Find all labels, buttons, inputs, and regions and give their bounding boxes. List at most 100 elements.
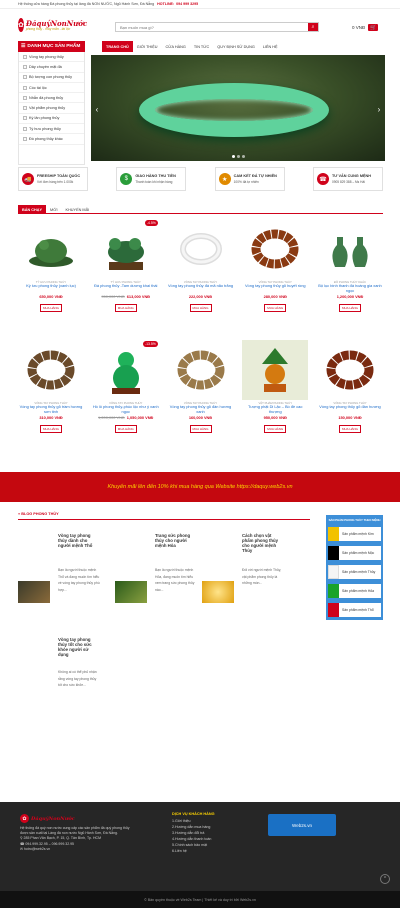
web2s-badge[interactable]: Web2s.vn bbox=[268, 814, 336, 836]
product-name[interactable]: Vòng tay phong thủy gỗ huyết rồng bbox=[242, 284, 308, 293]
product-name[interactable]: Vòng tay phong thủy gỗ đàn hương bbox=[317, 405, 383, 414]
element-item-label: Sản phẩm mệnh Thủy bbox=[342, 570, 376, 574]
product-image[interactable]: -13.5% bbox=[93, 340, 159, 400]
element-item-tho[interactable]: Sản phẩm mệnh Thổ bbox=[328, 603, 381, 617]
blog-post-title[interactable]: Cách chọn vật phẩm phong thủy cho người … bbox=[242, 533, 284, 553]
category-item[interactable]: Đồ phong thủy khác bbox=[19, 134, 84, 145]
feature-freeship: 🚚 FREESHIP TOÀN QUỐC Với đơn hàng trên 1.… bbox=[18, 167, 88, 191]
slider-dot[interactable] bbox=[237, 155, 240, 158]
category-item[interactable]: Vòng tay phong thủy bbox=[19, 52, 84, 63]
back-to-top-icon[interactable]: ^ bbox=[380, 874, 390, 884]
header: ✿ ĐáquýNonNước phong thủy - may mắn - tà… bbox=[0, 9, 400, 41]
product-card[interactable]: -4.5% TỲ HƯU PHONG THỦY Đá phong thủy -T… bbox=[93, 219, 159, 312]
product-name[interactable]: Vòng tay phong thủy gỗ đàn hương xanh bbox=[168, 405, 234, 414]
product-name[interactable]: Kỳ lưu phong thủy (xanh lục) bbox=[18, 284, 84, 293]
category-item[interactable]: Nhẫn đá phong thủy bbox=[19, 93, 84, 104]
category-item[interactable]: Cóc tài lộc bbox=[19, 83, 84, 94]
hotline-number[interactable]: 094 999 3295 bbox=[176, 2, 198, 6]
blog-post-image[interactable] bbox=[18, 581, 50, 603]
footer-phone-text: 094.999.32.95 – 096.999.32.95 bbox=[25, 841, 75, 846]
blog-post[interactable]: Vòng tay phong thủy tốt cho sức khỏe ngư… bbox=[18, 637, 100, 767]
buy-button[interactable]: MUA HÀNG bbox=[264, 304, 287, 312]
blog-post-title[interactable]: Vòng tay phong thủy dành cho người mệnh … bbox=[58, 533, 100, 548]
slider-dots bbox=[231, 155, 246, 158]
product-tabs: BÁN CHẠY MỚI KHUYẾN MÃI bbox=[18, 205, 383, 214]
product-image[interactable] bbox=[168, 340, 234, 400]
buy-button[interactable]: MUA HÀNG bbox=[339, 425, 361, 433]
feature-sub: Với đơn hàng trên 1.000k bbox=[37, 180, 74, 184]
blog-post-title[interactable]: Trang sức phong thủy cho người mệnh Hỏa bbox=[155, 533, 197, 548]
category-item[interactable]: Vật phẩm phong thủy bbox=[19, 103, 84, 114]
buy-button[interactable]: MUA HÀNG bbox=[189, 425, 212, 433]
element-item-thuy[interactable]: Sản phẩm mệnh Thủy bbox=[328, 565, 381, 579]
nav-item-home[interactable]: TRANG CHỦ bbox=[102, 41, 133, 52]
buy-button[interactable]: MUA HÀNG bbox=[40, 304, 62, 312]
blog-post-image[interactable] bbox=[202, 581, 234, 603]
footer-email[interactable]: ✉ hotro@web2s.vn bbox=[20, 847, 130, 852]
slider-next-icon[interactable]: › bbox=[375, 103, 383, 115]
product-card[interactable]: VÒNG TAY PHONG THỦY Vòng tay phong thủy … bbox=[168, 219, 234, 312]
product-name[interactable]: Vòng tay phong thủy gỗ trầm hương sơn ti… bbox=[18, 405, 84, 414]
element-item-moc[interactable]: Sản phẩm mệnh Mộc bbox=[328, 546, 381, 560]
product-name[interactable]: Hồ lô phong thủy-phúc lộc như ý xanh ngọ… bbox=[93, 405, 159, 414]
product-image[interactable]: -4.5% bbox=[93, 219, 159, 279]
blog-post[interactable]: Trang sức phong thủy cho người mệnh Hỏa … bbox=[115, 533, 197, 633]
category-menu-button[interactable]: ☰ DANH MỤC SẢN PHẨM bbox=[18, 41, 85, 52]
blog-post[interactable]: Vòng tay phong thủy dành cho người mệnh … bbox=[18, 533, 100, 633]
tab-best-seller[interactable]: BÁN CHẠY bbox=[18, 205, 47, 214]
element-item-hoa[interactable]: Sản phẩm mệnh Hỏa bbox=[328, 584, 381, 598]
slider-prev-icon[interactable]: ‹ bbox=[93, 103, 101, 115]
footer-link[interactable]: 6.Liên hệ bbox=[172, 848, 242, 854]
buy-button[interactable]: MUA HÀNG bbox=[40, 425, 62, 433]
nav-item-terms[interactable]: QUY ĐỊNH SỬ DỤNG bbox=[213, 41, 259, 52]
category-item[interactable]: Bộ tượng con phong thủy bbox=[19, 73, 84, 83]
product-image[interactable] bbox=[242, 340, 309, 400]
hero-slider[interactable]: ‹ › bbox=[91, 55, 385, 161]
product-image[interactable] bbox=[18, 340, 84, 400]
product-name[interactable]: Bộ lục bình thanh đá hoàng gia xanh ngọc bbox=[317, 284, 383, 293]
category-item[interactable]: Kỳ lân phong thủy bbox=[19, 114, 84, 125]
product-image[interactable] bbox=[317, 340, 383, 400]
product-card[interactable]: VÒNG TAY PHONG THỦY Vòng tay phong thủy … bbox=[317, 340, 383, 433]
product-image[interactable] bbox=[242, 219, 308, 279]
product-card[interactable]: VÒNG TAY PHONG THỦY Vòng tay phong thủy … bbox=[18, 340, 84, 433]
buy-button[interactable]: MUA HÀNG bbox=[189, 304, 212, 312]
category-item[interactable]: Tỳ hưu phong thủy bbox=[19, 124, 84, 135]
product-image[interactable] bbox=[317, 219, 383, 279]
product-image[interactable] bbox=[168, 219, 234, 279]
truck-icon: 🚚 bbox=[22, 173, 34, 185]
nav-item-news[interactable]: TIN TỨC bbox=[190, 41, 213, 52]
buy-button[interactable]: MUA HÀNG bbox=[339, 304, 361, 312]
slider-dot[interactable] bbox=[242, 155, 245, 158]
buy-button[interactable]: MUA HÀNG bbox=[114, 425, 137, 433]
category-item-label: Bộ tượng con phong thủy bbox=[29, 75, 73, 80]
product-card[interactable]: VÒNG TAY PHONG THỦY Vòng tay phong thủy … bbox=[168, 340, 234, 433]
product-image[interactable] bbox=[18, 219, 84, 279]
product-card[interactable]: VẬT PHẨM PHONG THỦY Tượng phật Di Lặc – … bbox=[242, 340, 309, 433]
search-button[interactable]: ⌕ bbox=[308, 23, 318, 31]
product-name[interactable]: Tượng phật Di Lặc – Bồ đề cao thượng bbox=[242, 405, 308, 414]
cart[interactable]: 0 VNĐ 🛒 bbox=[352, 24, 379, 31]
product-name[interactable]: Vòng tay phong thủy đá mã não trắng bbox=[168, 284, 234, 293]
blog-post-title[interactable]: Vòng tay phong thủy tốt cho sức khỏe ngư… bbox=[58, 637, 100, 657]
product-card[interactable]: -13.5% VÒNG TAY PHONG THỦY Hồ lô phong t… bbox=[93, 340, 159, 433]
product-card[interactable]: ĐỒ PHONG THỦY KHÁC Bộ lục bình thanh đá … bbox=[317, 219, 383, 312]
slider-dot[interactable] bbox=[232, 155, 235, 158]
buy-button[interactable]: MUA HÀNG bbox=[264, 425, 287, 433]
search-input[interactable] bbox=[116, 23, 308, 31]
nav-item-about[interactable]: GIỚI THIỆU bbox=[133, 41, 162, 52]
product-name[interactable]: Đá phong thủy -Tam dương khai thái bbox=[93, 284, 159, 293]
tab-new[interactable]: MỚI bbox=[46, 205, 61, 214]
category-item[interactable]: Dây chuyền mặt đá bbox=[19, 62, 84, 73]
nav-item-shop[interactable]: CỬA HÀNG bbox=[161, 41, 189, 52]
nav-item-contact[interactable]: LIÊN HỆ bbox=[259, 41, 282, 52]
product-card[interactable]: VÒNG TAY PHONG THỦY Vòng tay phong thủy … bbox=[242, 219, 308, 312]
element-item-kim[interactable]: Sản phẩm mệnh Kim bbox=[328, 527, 381, 541]
product-card[interactable]: TỲ HƯU PHONG THỦY Kỳ lưu phong thủy (xan… bbox=[18, 219, 84, 312]
promo-banner[interactable]: Khuyến mãi lên đến 10% khi mua hàng qua … bbox=[0, 472, 400, 502]
blog-post-image[interactable] bbox=[115, 581, 147, 603]
logo[interactable]: ✿ ĐáquýNonNước phong thủy - may mắn - tà… bbox=[18, 14, 87, 36]
buy-button[interactable]: MUA HÀNG bbox=[114, 304, 137, 312]
tab-sale[interactable]: KHUYẾN MÃI bbox=[62, 205, 94, 214]
blog-post[interactable]: Cách chọn vật phẩm phong thủy cho người … bbox=[202, 533, 284, 633]
